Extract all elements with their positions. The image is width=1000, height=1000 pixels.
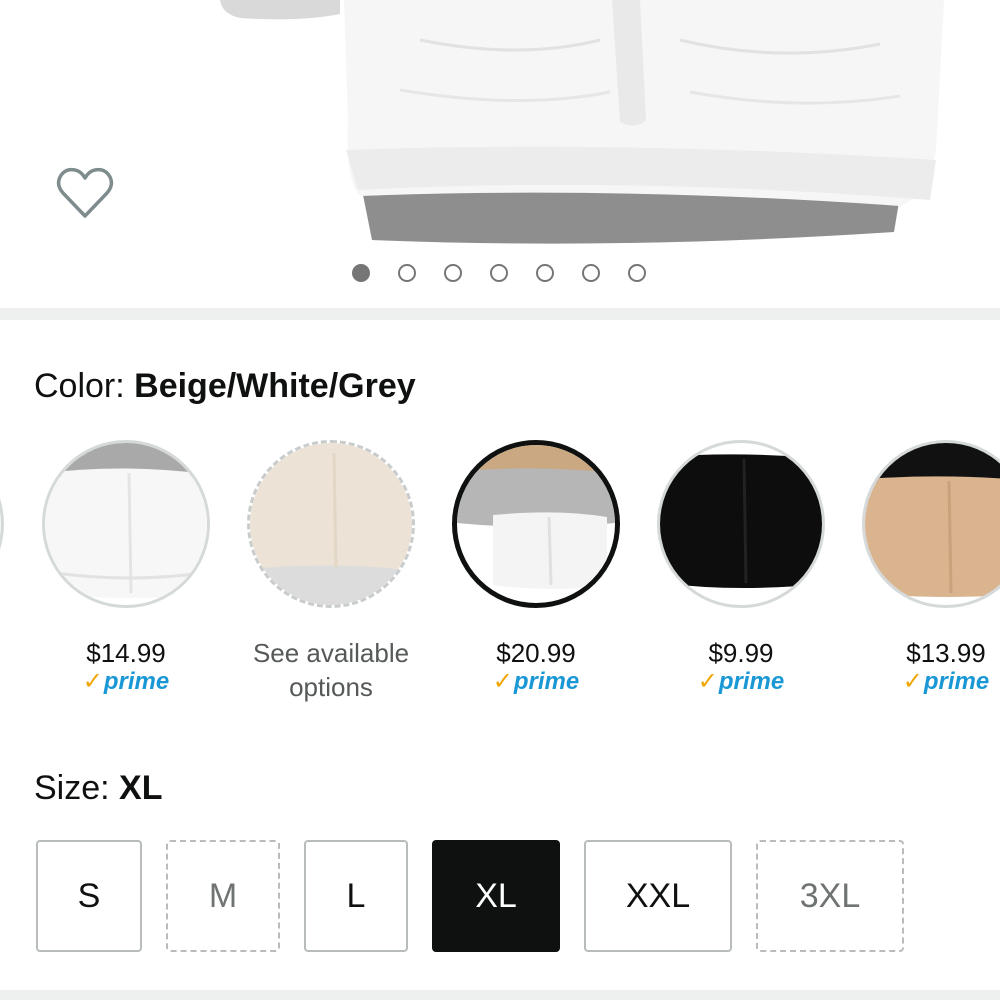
- prime-label: prime: [513, 668, 580, 695]
- prime-badge: ✓prime: [36, 668, 216, 696]
- see-options-line2: options: [289, 672, 373, 702]
- color-label-prefix: Color:: [34, 367, 135, 405]
- carousel-dot[interactable]: [582, 264, 600, 282]
- carousel-dot[interactable]: [628, 264, 646, 282]
- prime-label: prime: [718, 668, 785, 695]
- color-label: Color: Beige/White/Grey: [34, 366, 416, 406]
- color-swatch-black[interactable]: $9.99 ✓prime: [651, 436, 831, 696]
- prime-badge: ✓prime: [446, 668, 626, 696]
- swatch-image: [657, 440, 825, 608]
- color-swatch-nude[interactable]: $13.99 ✓prime: [856, 436, 1000, 696]
- selected-color-value: Beige/White/Grey: [134, 367, 416, 405]
- carousel-dot[interactable]: [490, 264, 508, 282]
- prime-check-icon: ✓: [697, 668, 718, 695]
- color-swatch-beige[interactable]: See available options: [241, 436, 421, 704]
- swatch-price: $14.99: [86, 638, 166, 668]
- selected-size-value: XL: [119, 769, 163, 807]
- prime-check-icon: ✓: [902, 668, 923, 695]
- size-option-3xl[interactable]: 3XL: [756, 840, 904, 952]
- carousel-dot[interactable]: [536, 264, 554, 282]
- size-option-label: S: [77, 876, 101, 915]
- product-image-carousel[interactable]: [0, 0, 1000, 308]
- size-option-xl[interactable]: XL: [432, 840, 560, 952]
- size-option-label: XXL: [625, 876, 691, 915]
- prime-label: prime: [923, 668, 990, 695]
- size-option-label: 3XL: [799, 876, 861, 915]
- prime-label: prime: [103, 668, 170, 695]
- color-swatch-white[interactable]: $14.99 ✓prime: [36, 436, 216, 696]
- section-divider: [0, 308, 1000, 320]
- carousel-dot[interactable]: [444, 264, 462, 282]
- prime-badge: ✓prime: [651, 668, 831, 696]
- carousel-dot[interactable]: [352, 264, 370, 282]
- swatch-image: [42, 440, 210, 608]
- color-swatch-list[interactable]: $14.99 ✓prime See available options $20.…: [0, 436, 1000, 716]
- carousel-dot[interactable]: [398, 264, 416, 282]
- swatch-price: $13.99: [906, 638, 986, 668]
- carousel-indicator: [0, 262, 1000, 288]
- wishlist-heart-icon[interactable]: [56, 166, 114, 222]
- swatch-image: [862, 440, 1000, 608]
- color-swatch-beige-white-grey[interactable]: $20.99 ✓prime: [446, 436, 626, 696]
- section-divider: [0, 990, 1000, 1000]
- swatch-price: $9.99: [708, 638, 774, 668]
- size-option-s[interactable]: S: [36, 840, 142, 952]
- size-option-label: L: [346, 876, 366, 915]
- swatch-price: $20.99: [496, 638, 576, 668]
- color-swatch-partial[interactable]: [0, 440, 4, 608]
- see-options-line1: See available: [252, 638, 410, 668]
- size-option-label: XL: [475, 876, 517, 915]
- size-option-m[interactable]: M: [166, 840, 280, 952]
- prime-badge: ✓prime: [856, 668, 1000, 696]
- swatch-image: [247, 440, 415, 608]
- prime-check-icon: ✓: [492, 668, 513, 695]
- prime-check-icon: ✓: [82, 668, 103, 695]
- size-label-prefix: Size:: [34, 769, 120, 807]
- size-option-l[interactable]: L: [304, 840, 408, 952]
- size-label: Size: XL: [34, 768, 163, 808]
- size-option-xxl[interactable]: XXL: [584, 840, 732, 952]
- size-option-label: M: [208, 876, 238, 915]
- see-available-options-text: See available options: [241, 636, 421, 704]
- swatch-image: [452, 440, 620, 608]
